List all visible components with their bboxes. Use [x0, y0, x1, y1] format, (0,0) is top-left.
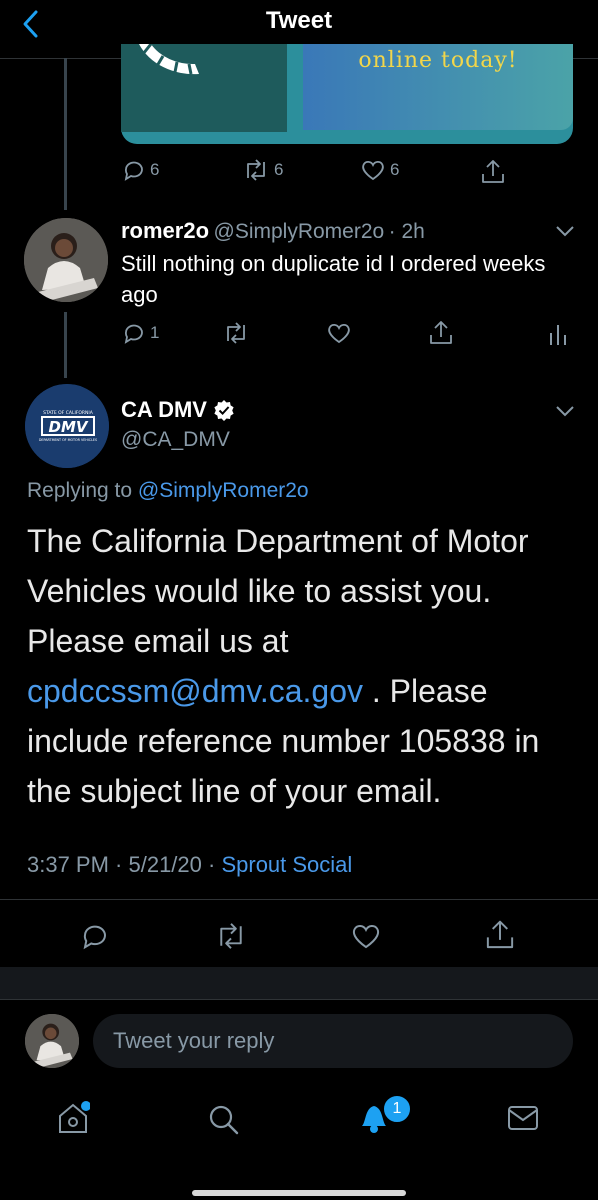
- retweet-count: 6: [274, 160, 284, 179]
- replying-to: Replying to @SimplyRomer2o: [27, 479, 309, 503]
- divider: [0, 899, 598, 900]
- heart-icon[interactable]: [350, 921, 382, 951]
- author-handle[interactable]: @SimplyRomer2o: [214, 220, 385, 243]
- like-button[interactable]: 6: [360, 158, 399, 182]
- author-handle[interactable]: @CA_DMV: [121, 428, 230, 452]
- heart-icon: [360, 158, 386, 182]
- share-icon[interactable]: [428, 319, 454, 347]
- logo-line1: STATE OF CALIFORNIA: [43, 410, 94, 416]
- reply-count: 1: [150, 323, 160, 342]
- media-image-left: [121, 43, 287, 132]
- email-link[interactable]: cpdccssm@dmv.ca.gov: [27, 673, 363, 709]
- section-separator: [0, 967, 598, 999]
- like-count: 6: [390, 160, 400, 179]
- source-link[interactable]: Sprout Social: [221, 852, 352, 877]
- tweet-text: The California Department of Motor Vehic…: [27, 516, 587, 816]
- retweet-button[interactable]: 6: [242, 158, 283, 182]
- notifications-badge: 1: [382, 1094, 412, 1124]
- timestamp: 3:37 PM · 5/21/20 ·: [27, 852, 216, 877]
- logo-line2: DMV: [49, 418, 89, 436]
- tab-bar: 1: [0, 1086, 598, 1156]
- verified-badge-icon: [213, 399, 235, 421]
- retweet-icon[interactable]: [222, 321, 250, 345]
- analytics-icon[interactable]: [548, 321, 568, 347]
- replying-to-handle[interactable]: @SimplyRomer2o: [138, 479, 309, 502]
- media-caption: online today!: [358, 48, 518, 73]
- retweet-icon[interactable]: [214, 921, 248, 951]
- reply-input[interactable]: [93, 1014, 573, 1068]
- reply-button[interactable]: 6: [122, 158, 159, 182]
- thread-line: [64, 312, 67, 378]
- mail-icon[interactable]: [506, 1104, 540, 1132]
- retweet-icon: [242, 158, 270, 182]
- avatar[interactable]: [24, 218, 108, 302]
- share-icon[interactable]: [484, 918, 516, 952]
- tweet-meta: 3:37 PM · 5/21/20 · Sprout Social: [27, 852, 352, 878]
- tweet-time: · 2h: [388, 220, 425, 243]
- avatar[interactable]: STATE OF CALIFORNIA DMV DEPARTMENT OF MO…: [25, 384, 109, 468]
- search-icon[interactable]: [206, 1102, 240, 1136]
- tweet-text-part1: The California Department of Motor Vehic…: [27, 523, 529, 659]
- avatar[interactable]: [25, 1014, 79, 1068]
- thread-line: [64, 58, 67, 210]
- reply-button[interactable]: 1: [122, 321, 159, 345]
- chevron-down-icon[interactable]: [555, 224, 575, 238]
- replying-to-label: Replying to: [27, 479, 133, 502]
- home-indicator[interactable]: [192, 1190, 406, 1196]
- share-icon[interactable]: [480, 158, 506, 186]
- page-title: Tweet: [265, 7, 333, 34]
- reply-count: 6: [150, 160, 160, 179]
- logo-line3: DEPARTMENT OF MOTOR VEHICLES: [39, 438, 97, 442]
- reply-icon: [122, 321, 146, 345]
- reply-tweet-header: romer2o @SimplyRomer2o · 2h: [121, 218, 425, 244]
- heart-icon[interactable]: [326, 321, 352, 345]
- main-tweet-author[interactable]: CA DMV: [121, 397, 235, 423]
- reply-icon: [122, 158, 146, 182]
- home-icon[interactable]: [56, 1100, 90, 1136]
- author-name: CA DMV: [121, 397, 207, 422]
- tweet-media[interactable]: online today!: [121, 43, 573, 144]
- tweet-text: Still nothing on duplicate id I ordered …: [121, 251, 546, 307]
- reply-icon[interactable]: [80, 921, 110, 951]
- author-name[interactable]: romer2o: [121, 218, 209, 243]
- chevron-down-icon[interactable]: [555, 404, 575, 418]
